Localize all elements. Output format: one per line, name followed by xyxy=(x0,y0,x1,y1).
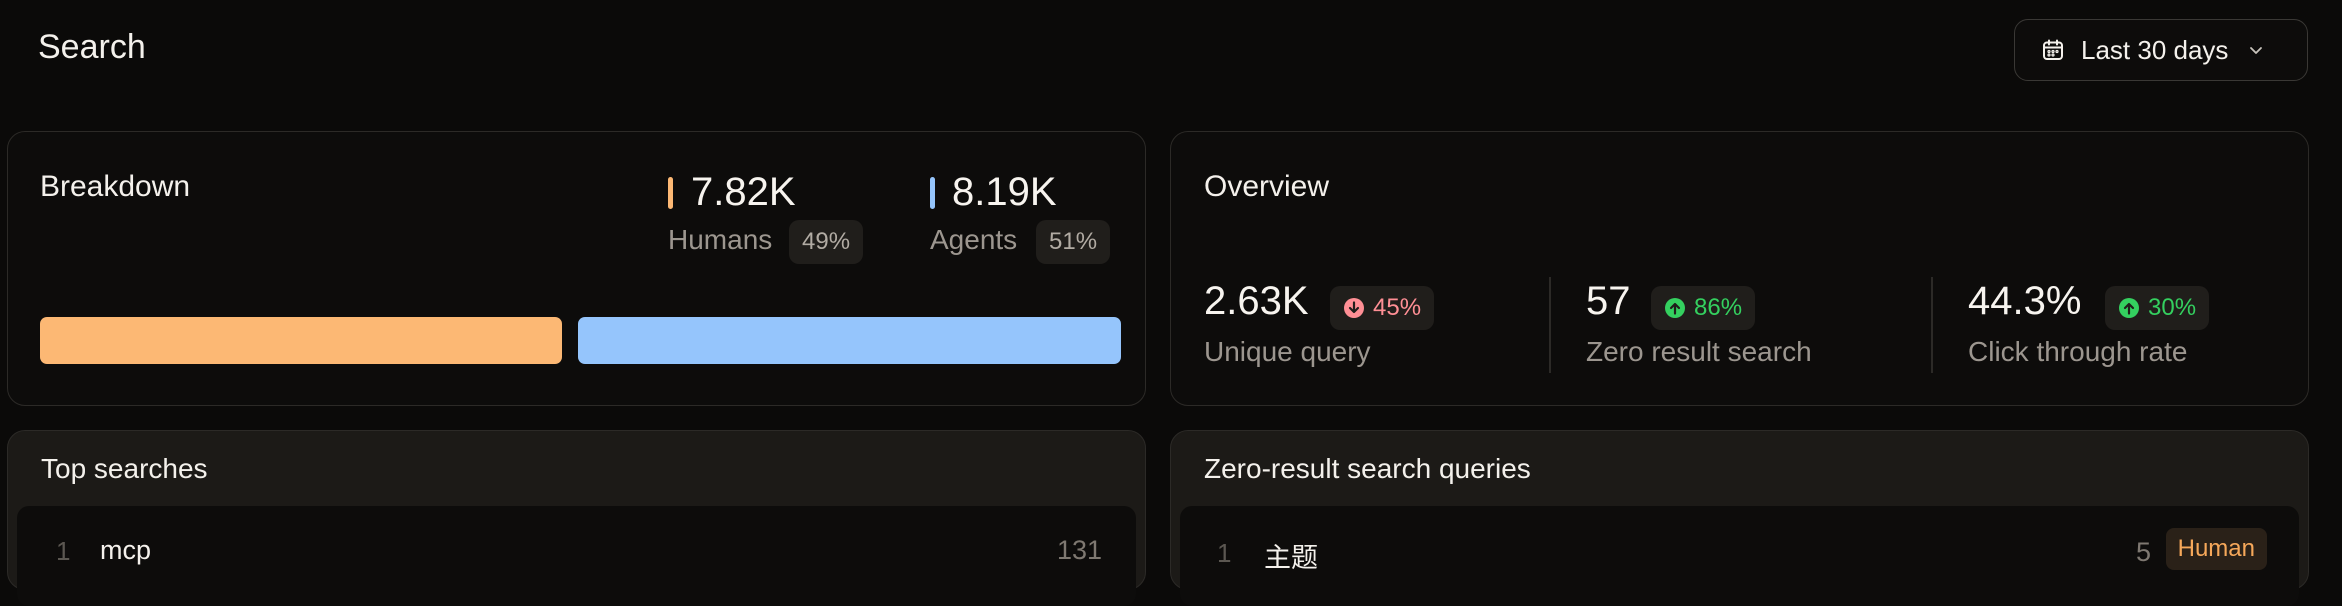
arrow-up-circle-icon xyxy=(1665,298,1685,318)
ctr-change-badge: 30% xyxy=(2105,286,2210,330)
row-rank: 1 xyxy=(1217,538,1232,568)
row-count: 5 xyxy=(2135,537,2151,567)
row-query: mcp xyxy=(100,535,152,565)
overview-title: Overview xyxy=(1204,170,1330,203)
table-row[interactable]: 1 mcp 131 xyxy=(17,506,1136,576)
page-title: Search xyxy=(38,28,146,66)
row-rank: 1 xyxy=(56,536,71,566)
zero-result-label: Zero result search xyxy=(1586,336,1812,367)
zero-result-value: 57 xyxy=(1586,279,1631,323)
table-row[interactable]: 1 主题 5 Human xyxy=(1180,506,2299,576)
zero-result-change-badge: 86% xyxy=(1651,286,1756,330)
breakdown-title: Breakdown xyxy=(40,170,191,203)
humans-label: Humans xyxy=(668,224,773,255)
zero-result-queries-card: Zero-result search queries 1 主题 5 Human xyxy=(1170,430,2309,606)
ctr-value: 44.3% xyxy=(1968,279,2082,323)
calendar-icon xyxy=(2043,39,2063,60)
breakdown-card: Breakdown 7.82K Humans 49% 8.19K Agents … xyxy=(7,131,1146,406)
date-range-button[interactable]: Last 30 days xyxy=(2014,19,2308,81)
humans-pct-badge: 49% xyxy=(789,220,864,264)
arrow-down-circle-icon xyxy=(1344,298,1364,318)
agents-value: 8.19K xyxy=(952,170,1057,214)
zero-result-list: 1 主题 5 Human xyxy=(1180,506,2299,606)
unique-query-change-badge: 45% xyxy=(1330,286,1435,330)
source-tag: Human xyxy=(2165,528,2267,570)
humans-share-bar xyxy=(40,317,562,364)
top-searches-card: Top searches 1 mcp 131 xyxy=(7,430,1146,606)
arrow-up-circle-icon xyxy=(2119,298,2139,318)
chevron-down-icon xyxy=(2250,47,2263,54)
row-query: 主题 xyxy=(1264,543,1318,573)
unique-query-value: 2.63K xyxy=(1204,279,1309,323)
agents-share-bar xyxy=(578,317,1121,364)
metric-divider xyxy=(1549,277,1551,373)
agents-label: Agents xyxy=(930,224,1018,255)
overview-card: Overview 2.63K 45% Unique query 57 86% Z… xyxy=(1170,131,2309,406)
agents-marker xyxy=(930,177,935,209)
row-count: 131 xyxy=(1056,535,1102,565)
top-searches-list: 1 mcp 131 xyxy=(17,506,1136,606)
metric-divider xyxy=(1931,277,1933,373)
ctr-label: Click through rate xyxy=(1968,336,2188,367)
top-searches-title: Top searches xyxy=(41,453,208,484)
humans-marker xyxy=(668,177,673,209)
zero-result-queries-title: Zero-result search queries xyxy=(1204,453,1531,484)
humans-value: 7.82K xyxy=(691,170,796,214)
agents-pct-badge: 51% xyxy=(1036,220,1111,264)
date-range-label: Last 30 days xyxy=(2081,34,2229,65)
unique-query-label: Unique query xyxy=(1204,336,1371,367)
